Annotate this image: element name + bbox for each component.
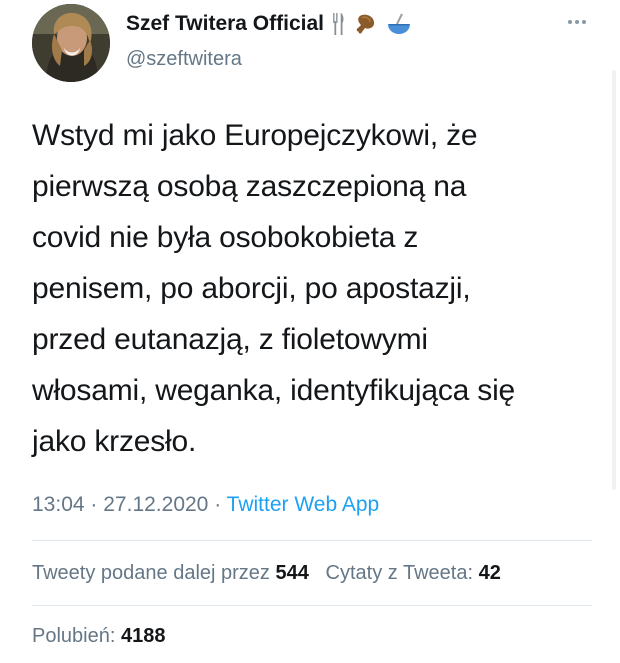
retweets-stat[interactable]: Tweety podane dalej przez 544 (32, 562, 309, 584)
name-row: Szef Twitera Official (126, 12, 412, 36)
tweet-text-line: pierwszą osobą zaszczepioną na (32, 170, 467, 203)
tweet-text-line: przed eutanazją, z fioletowymi (32, 323, 428, 356)
tweet-text-line: Wstyd mi jako Europejczykowi, że (32, 119, 478, 152)
meta-separator: · (214, 493, 222, 516)
tweet-source-link[interactable]: Twitter Web App (227, 493, 380, 516)
tweet-meta: 13:04 · 27.12.2020 · Twitter Web App (32, 493, 379, 517)
tweet-date[interactable]: 27.12.2020 (103, 493, 208, 516)
tweet-time[interactable]: 13:04 (32, 493, 85, 516)
more-options-icon[interactable] (562, 12, 592, 32)
retweets-label: Tweety podane dalej przez (32, 562, 270, 584)
tweet-text-line: covid nie była osobokobieta z (32, 221, 419, 254)
chicken-leg-icon (354, 12, 378, 36)
retweets-count: 544 (275, 562, 309, 584)
likes-count: 4188 (120, 625, 166, 647)
avatar[interactable] (32, 4, 110, 82)
meta-separator: · (90, 493, 98, 516)
user-handle[interactable]: @szeftwitera (126, 48, 242, 71)
bowl-with-spoon-icon (386, 12, 412, 36)
quotes-label: Cytaty z Tweeta: (325, 562, 474, 584)
tweet-text-line: włosami, weganka, identyfikująca się (32, 374, 516, 407)
likes-label: Polubień: (32, 625, 116, 647)
more-dot (575, 20, 579, 24)
quotes-stat[interactable]: Cytaty z Tweeta: 42 (326, 562, 501, 584)
likes-stat[interactable]: Polubień: 4188 (32, 625, 165, 648)
tweet-card: Szef Twitera Official @szeftwitera Wstyd… (0, 0, 620, 663)
more-dot (582, 20, 586, 24)
more-dot (568, 20, 572, 24)
tweet-text: Wstyd mi jako Europejczykowi, że pierwsz… (32, 110, 592, 467)
divider (32, 605, 592, 606)
avatar-photo (32, 4, 110, 82)
tweet-text-line: jako krzesło. (32, 425, 197, 458)
quotes-count: 42 (478, 562, 501, 584)
display-name[interactable]: Szef Twitera Official (126, 12, 324, 36)
divider (32, 540, 592, 541)
tweet-header: Szef Twitera Official @szeftwitera (32, 4, 592, 84)
scrollbar[interactable] (612, 70, 616, 490)
fork-and-knife-icon (332, 12, 346, 36)
tweet-stats: Tweety podane dalej przez 544 Cytaty z T… (32, 562, 501, 585)
tweet-text-line: penisem, po aborcji, po apostazji, (32, 272, 471, 305)
